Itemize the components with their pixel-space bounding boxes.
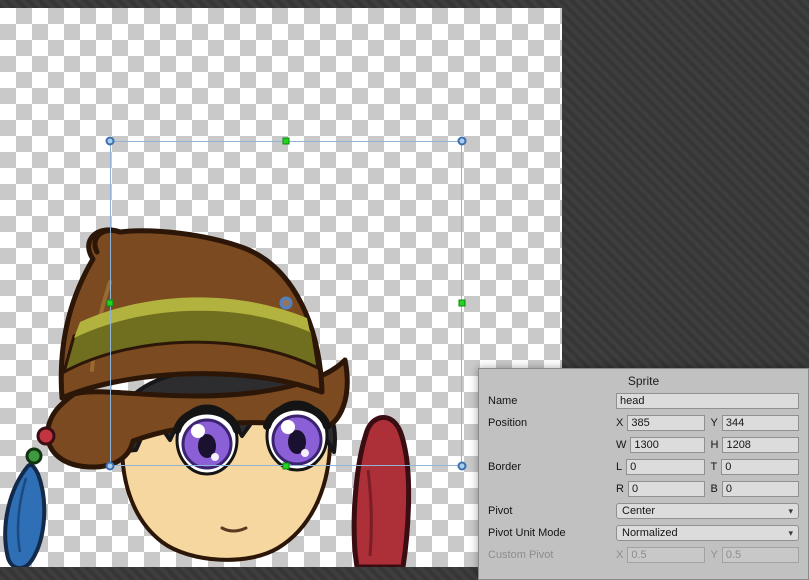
border-label: Border bbox=[479, 461, 616, 473]
pivot-unit-mode-dropdown[interactable]: Normalized ▾ bbox=[616, 525, 799, 541]
position-y-input[interactable] bbox=[722, 415, 799, 431]
selection-handle-top-middle[interactable] bbox=[283, 138, 290, 145]
custom-pivot-x-prefix: X bbox=[616, 549, 623, 561]
dropdown-arrow-icon: ▾ bbox=[788, 529, 793, 538]
border-row-lt: Border L T bbox=[479, 459, 808, 475]
pivot-handle[interactable] bbox=[280, 297, 293, 310]
position-y-prefix: Y bbox=[711, 417, 718, 429]
custom-pivot-row: Custom Pivot X Y bbox=[479, 547, 808, 563]
position-row-wh: W H bbox=[479, 437, 808, 453]
border-l-input[interactable] bbox=[626, 459, 704, 475]
custom-pivot-y-prefix: Y bbox=[711, 549, 718, 561]
pivot-dropdown[interactable]: Center ▾ bbox=[616, 503, 799, 519]
pivot-row: Pivot Center ▾ bbox=[479, 503, 808, 519]
border-r-prefix: R bbox=[616, 483, 624, 495]
border-row-rb: R B bbox=[479, 481, 808, 497]
selection-handle-top-right[interactable] bbox=[458, 137, 467, 146]
custom-pivot-y-input bbox=[722, 547, 799, 563]
border-t-prefix: T bbox=[711, 461, 718, 473]
sprite-inspector-panel: Sprite Name Position X Y bbox=[478, 368, 809, 580]
position-row-xy: Position X Y bbox=[479, 415, 808, 431]
selection-handle-bottom-right[interactable] bbox=[458, 462, 467, 471]
custom-pivot-label: Custom Pivot bbox=[479, 549, 616, 561]
pivot-dropdown-value: Center bbox=[622, 505, 655, 517]
border-b-input[interactable] bbox=[722, 481, 799, 497]
dropdown-arrow-icon: ▾ bbox=[788, 507, 793, 516]
pivot-unit-mode-value: Normalized bbox=[622, 527, 678, 539]
position-x-prefix: X bbox=[616, 417, 623, 429]
name-row: Name bbox=[479, 393, 808, 409]
border-t-input[interactable] bbox=[721, 459, 799, 475]
position-x-input[interactable] bbox=[627, 415, 704, 431]
feather-ornament bbox=[5, 465, 44, 567]
position-h-prefix: H bbox=[711, 439, 719, 451]
border-b-prefix: B bbox=[711, 483, 718, 495]
selection-handle-bottom-middle[interactable] bbox=[283, 463, 290, 470]
position-w-prefix: W bbox=[616, 439, 626, 451]
border-r-input[interactable] bbox=[628, 481, 705, 497]
selection-handle-right-middle[interactable] bbox=[459, 300, 466, 307]
name-label: Name bbox=[479, 395, 616, 407]
border-l-prefix: L bbox=[616, 461, 622, 473]
panel-title: Sprite bbox=[479, 369, 808, 393]
selection-handle-top-left[interactable] bbox=[106, 137, 115, 146]
position-w-input[interactable] bbox=[630, 437, 704, 453]
position-h-input[interactable] bbox=[722, 437, 799, 453]
pivot-unit-mode-label: Pivot Unit Mode bbox=[479, 527, 616, 539]
position-label: Position bbox=[479, 417, 616, 429]
sprite-name-input[interactable] bbox=[616, 393, 799, 409]
selection-handle-bottom-left[interactable] bbox=[106, 462, 115, 471]
pivot-unit-mode-row: Pivot Unit Mode Normalized ▾ bbox=[479, 525, 808, 541]
pivot-label: Pivot bbox=[479, 505, 616, 517]
selection-handle-left-middle[interactable] bbox=[107, 300, 114, 307]
custom-pivot-x-input bbox=[627, 547, 704, 563]
sprite-editor-window: Sprite Name Position X Y bbox=[0, 0, 809, 580]
